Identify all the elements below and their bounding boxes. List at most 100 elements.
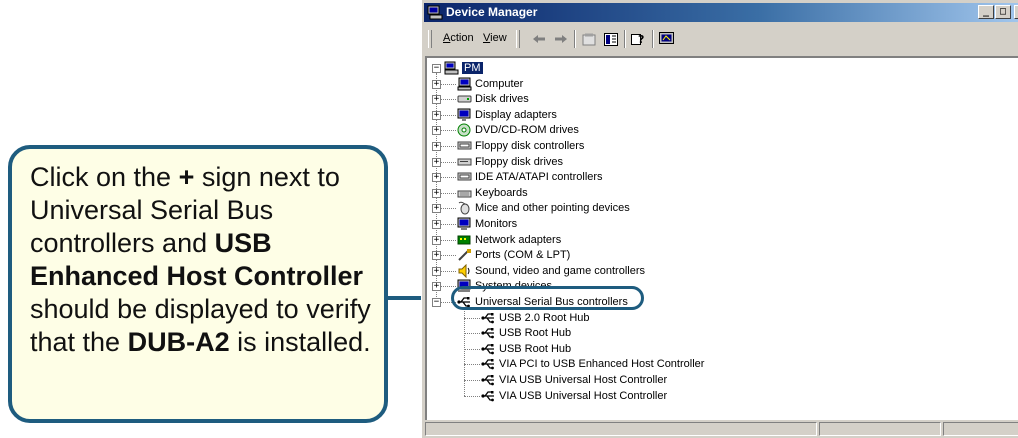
tree-category[interactable]: Display adapters xyxy=(457,107,557,123)
maximize-button[interactable]: □ xyxy=(995,5,1011,19)
category-label: Floppy disk drives xyxy=(475,155,564,168)
expand-toggle[interactable]: + xyxy=(432,126,441,136)
usb-icon xyxy=(481,343,494,355)
back-icon[interactable] xyxy=(530,31,547,47)
device-tree-pane[interactable]: − PM + Computer + Disk drives + Display adapter… xyxy=(425,56,1018,420)
menu-view[interactable]: View xyxy=(483,32,507,44)
category-label: Ports (COM & LPT) xyxy=(475,249,571,262)
device-label: VIA USB Universal Host Controller xyxy=(499,374,668,386)
usb-device-item[interactable]: VIA USB Universal Host Controller xyxy=(481,372,667,388)
scan-icon[interactable] xyxy=(658,31,675,47)
computer-icon xyxy=(457,77,472,91)
view-icon[interactable] xyxy=(602,31,619,47)
floppy-icon xyxy=(457,158,472,166)
expand-toggle[interactable]: + xyxy=(432,95,441,105)
tree-guide-line xyxy=(464,380,480,381)
category-label: IDE ATA/ATAPI controllers xyxy=(475,171,603,184)
category-label: Computer xyxy=(475,77,524,90)
collapse-toggle[interactable]: − xyxy=(432,298,441,307)
toolbar-separator xyxy=(574,30,576,48)
expand-toggle[interactable]: + xyxy=(432,220,441,229)
tree-category[interactable]: Ports (COM & LPT) xyxy=(457,247,570,263)
callout-emphasis: DUB-A2 xyxy=(127,327,230,357)
expand-toggle[interactable]: + xyxy=(432,235,441,245)
menu-action[interactable]: Action xyxy=(443,32,474,44)
help-icon[interactable]: ? xyxy=(630,31,647,47)
properties-icon[interactable] xyxy=(580,31,597,47)
usb-icon xyxy=(481,328,494,339)
usb-device-item[interactable]: VIA USB Universal Host Controller xyxy=(481,388,667,404)
controller-icon xyxy=(457,141,472,150)
category-label: Network adapters xyxy=(475,233,562,246)
minimize-button[interactable]: _ xyxy=(978,5,994,19)
expand-toggle[interactable]: + xyxy=(432,188,441,198)
expand-toggle[interactable]: + xyxy=(432,282,441,292)
collapse-toggle[interactable]: − xyxy=(432,64,441,73)
tree-category[interactable]: Mice and other pointing devices xyxy=(457,200,630,216)
monitor-icon xyxy=(457,217,471,230)
expand-toggle[interactable]: + xyxy=(432,266,441,276)
tree-category[interactable]: Floppy disk drives xyxy=(457,154,563,170)
usb-device-item[interactable]: USB 2.0 Root Hub xyxy=(481,310,590,326)
tree-guide-line xyxy=(464,348,480,350)
status-cell xyxy=(425,422,817,436)
display-icon xyxy=(457,108,471,121)
callout-segment: Click on the xyxy=(30,162,179,192)
title-bar[interactable]: Device Manager _ □ × xyxy=(424,3,1018,22)
keyboard-icon xyxy=(457,190,472,198)
tree-root[interactable]: PM xyxy=(444,60,483,76)
tree-category[interactable]: Computer xyxy=(457,76,523,92)
close-button[interactable]: × xyxy=(1014,5,1018,19)
tree-category[interactable]: IDE ATA/ATAPI controllers xyxy=(457,169,603,185)
toolbar-grip[interactable] xyxy=(428,30,432,48)
device-manager-icon xyxy=(427,5,443,20)
tree-category[interactable]: Floppy disk controllers xyxy=(457,138,584,154)
mouse-icon xyxy=(458,202,470,215)
expand-toggle[interactable]: + xyxy=(432,110,441,120)
toolbar-separator xyxy=(624,30,626,48)
sound-icon xyxy=(458,263,470,278)
tree-guide-line xyxy=(464,333,480,335)
status-cell xyxy=(819,422,941,436)
device-tree[interactable]: − PM + Computer + Disk drives + Display adapter… xyxy=(427,58,1018,420)
tree-category[interactable]: Sound, video and game controllers xyxy=(457,263,645,279)
usb-device-item[interactable]: USB Root Hub xyxy=(481,341,571,357)
device-label: VIA USB Universal Host Controller xyxy=(499,389,668,402)
device-manager-window: Device Manager _ □ × Action View ? − xyxy=(421,0,1018,438)
usb-device-item[interactable]: VIA PCI to USB Enhanced Host Controller xyxy=(481,356,704,372)
tree-guide-line xyxy=(464,395,480,397)
menu-toolbar: Action View ? xyxy=(424,24,1018,54)
category-label: Monitors xyxy=(475,218,518,230)
category-label: Sound, video and game controllers xyxy=(475,264,645,277)
tree-category[interactable]: Keyboards xyxy=(457,185,528,201)
status-cell xyxy=(943,422,1018,436)
forward-icon[interactable] xyxy=(552,31,569,47)
tree-category[interactable]: Monitors xyxy=(457,216,517,232)
expand-toggle[interactable]: + xyxy=(432,157,441,167)
window-title: Device Manager xyxy=(446,5,538,19)
device-label: USB Root Hub xyxy=(499,342,572,355)
tree-category[interactable]: Disk drives xyxy=(457,91,529,107)
pc-root-icon xyxy=(444,61,459,75)
tree-category[interactable]: Network adapters xyxy=(457,232,561,248)
toolbar-grip[interactable] xyxy=(516,30,520,48)
device-label: USB 2.0 Root Hub xyxy=(499,311,590,324)
port-icon xyxy=(458,249,471,261)
usb-icon xyxy=(481,359,494,370)
callout-segment: is installed. xyxy=(229,327,371,357)
toolbar-separator xyxy=(652,30,654,48)
category-label: Disk drives xyxy=(475,93,529,106)
expand-toggle[interactable]: + xyxy=(432,142,441,151)
expand-toggle[interactable]: + xyxy=(432,79,441,89)
instruction-text: Click on the + sign next to Universal Se… xyxy=(30,161,380,359)
instruction-callout: Click on the + sign next to Universal Se… xyxy=(8,145,388,423)
tree-guide-line xyxy=(464,364,480,366)
category-label: Floppy disk controllers xyxy=(475,140,585,152)
expand-toggle[interactable]: + xyxy=(432,204,441,214)
tree-category[interactable]: DVD/CD-ROM drives xyxy=(457,122,579,138)
device-label: VIA PCI to USB Enhanced Host Controller xyxy=(499,358,705,371)
expand-toggle[interactable]: + xyxy=(432,173,441,183)
category-label: Display adapters xyxy=(475,108,557,121)
usb-device-item[interactable]: USB Root Hub xyxy=(481,325,571,341)
expand-toggle[interactable]: + xyxy=(432,251,441,261)
